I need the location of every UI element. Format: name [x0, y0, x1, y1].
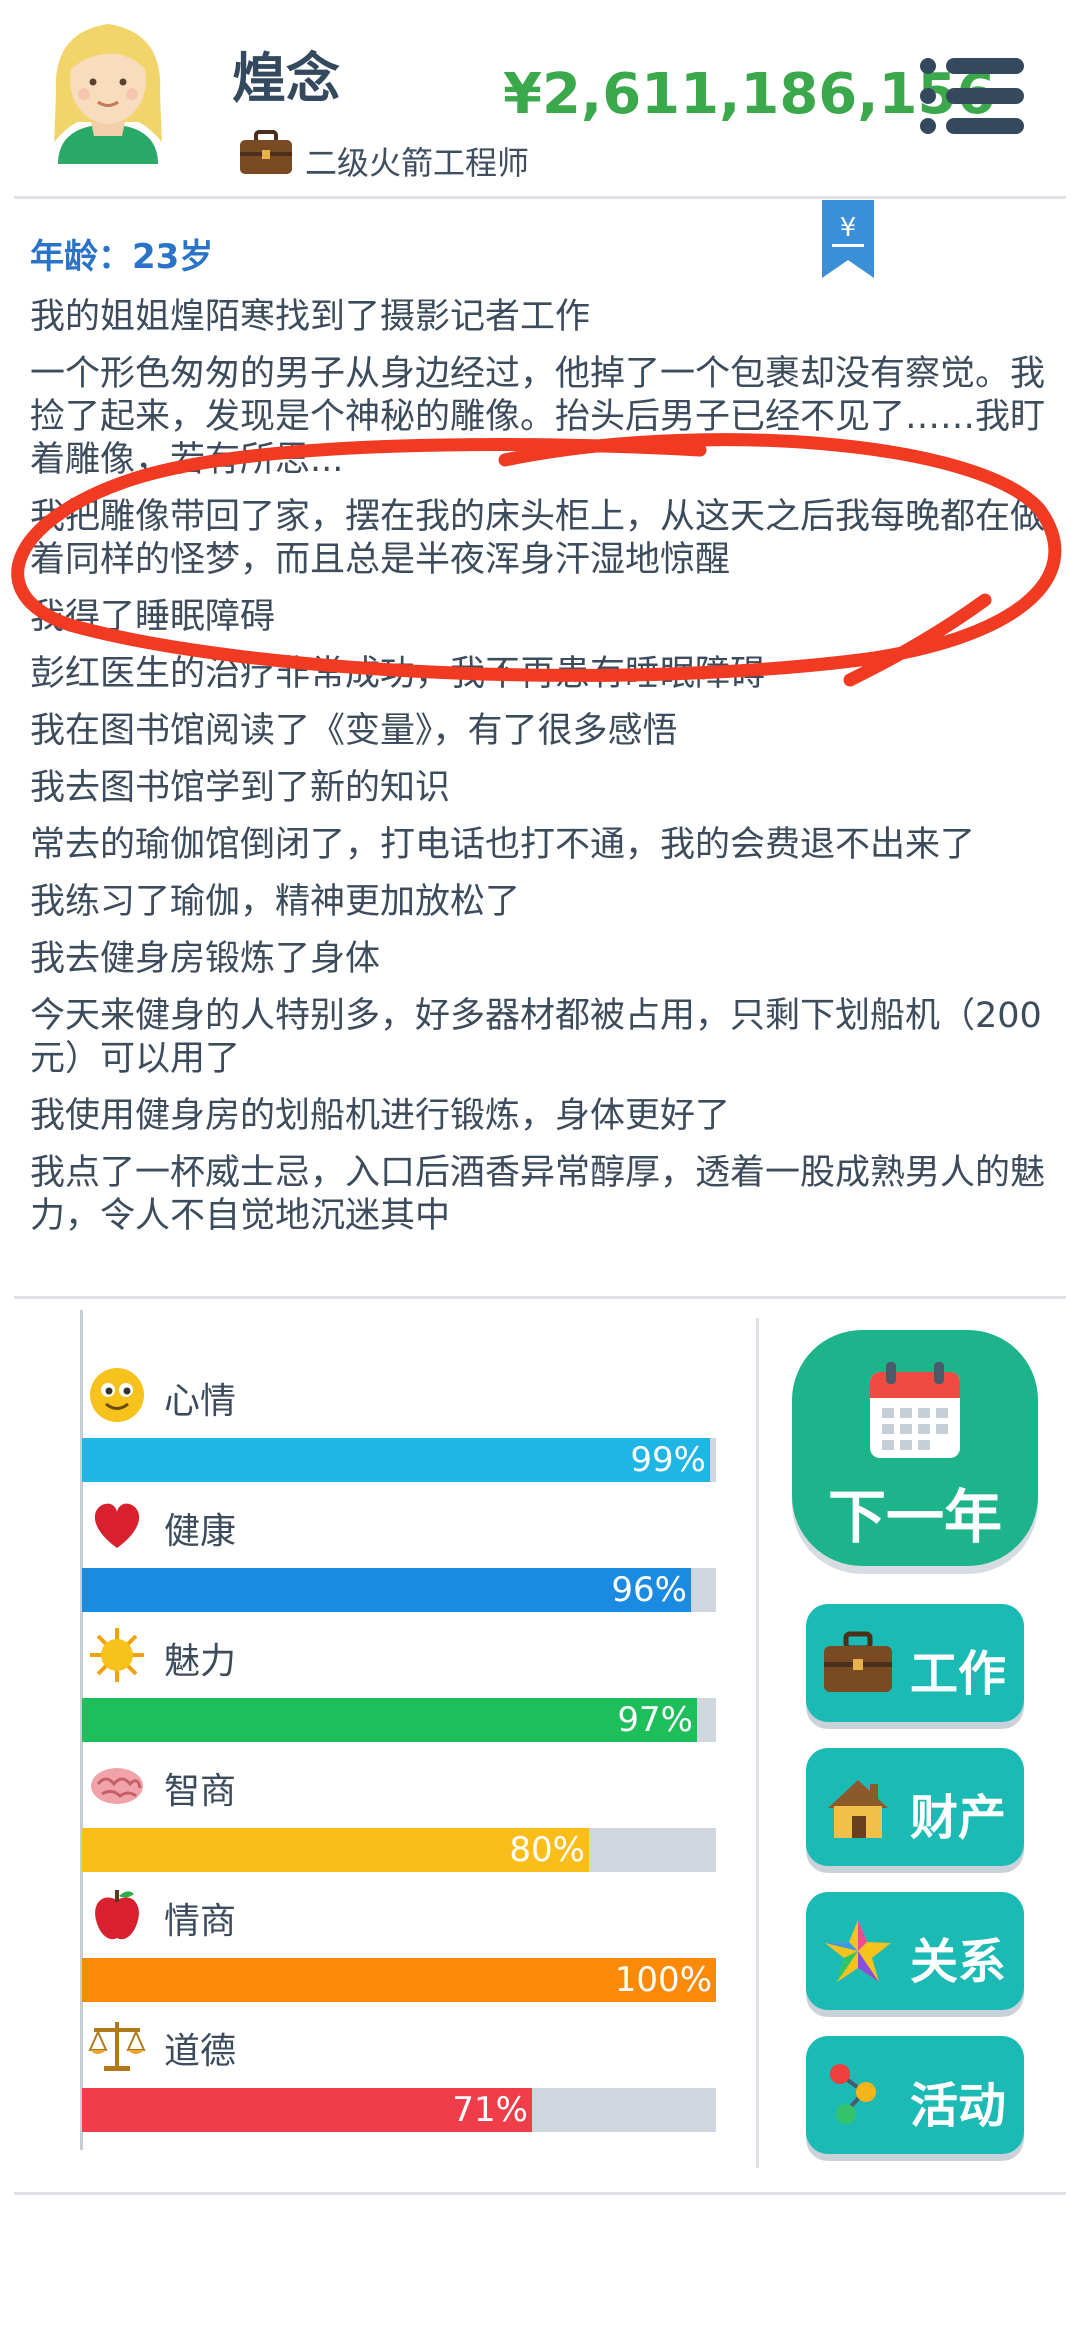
- stat-label: 魅力: [164, 1641, 237, 1682]
- log-entry: 我使用健身房的划船机进行锻炼，身体更好了: [30, 1096, 731, 1136]
- activities-button[interactable]: 活动: [806, 2036, 1024, 2154]
- player-name: 煌念: [232, 47, 340, 110]
- log-entry: 我得了睡眠障碍: [30, 597, 276, 637]
- log-entry: 我在图书馆阅读了《变量》，有了很多感悟: [30, 711, 678, 751]
- life-log: 年龄：23岁 我的姐姐煌陌寒找到了摄影记者工作 一个形色匆匆的男子从身边经过，他…: [30, 232, 1054, 1238]
- activities-label: 活动: [910, 2078, 1007, 2134]
- stat-value: 99%: [630, 1440, 706, 1480]
- header-divider: [14, 196, 1066, 199]
- log-entry: 我点了一杯威士忌，入口后酒香异常醇厚，透着一股成熟男人的魅力，令人不自觉地沉迷其…: [30, 1153, 1046, 1236]
- stat-label: 心情: [164, 1381, 237, 1422]
- stat-value: 100%: [614, 1960, 712, 2000]
- stat-label: 健康: [164, 1511, 237, 1552]
- stat-row: 智商 80%: [82, 1756, 716, 1886]
- stat-value: 80%: [509, 1830, 585, 1870]
- stat-bar-track: 71%: [82, 2088, 716, 2132]
- stat-label: 情商: [164, 1901, 237, 1942]
- bottom-divider: [14, 2192, 1066, 2195]
- stat-value: 97%: [617, 1700, 693, 1740]
- heart-icon: [94, 1503, 140, 1548]
- property-button[interactable]: 财产: [806, 1748, 1024, 1866]
- stat-label: 智商: [164, 1771, 237, 1812]
- stat-value: 71%: [452, 2090, 528, 2130]
- briefcase-icon: [240, 130, 292, 174]
- avatar[interactable]: [38, 14, 178, 174]
- stat-bar-fill: [82, 1438, 710, 1482]
- sun-icon: [90, 1628, 144, 1682]
- relations-label: 关系: [910, 1934, 1007, 1990]
- stat-bar-fill: [82, 1568, 691, 1612]
- log-entry: 今天来健身的人特别多，好多器材都被占用，只剩下划船机（200元）可以用了: [30, 996, 1042, 1079]
- stats-panel: 心情 99% 健康 96% 魅力 97% 智商 80% 情商 100% 道德 71%: [0, 1310, 760, 2160]
- stat-bar-fill: [82, 1698, 697, 1742]
- star-icon: [825, 1920, 891, 1982]
- stat-row: 健康 96%: [82, 1496, 716, 1626]
- stat-row: 情商 100%: [82, 1886, 716, 2016]
- log-entry: 我去健身房锻炼了身体: [30, 939, 381, 979]
- stat-row: 心情 99%: [82, 1366, 716, 1496]
- log-entry: 一个形色匆匆的男子从身边经过，他掉了一个包裹却没有察觉。我捡了起来，发现是个神秘…: [30, 354, 1046, 480]
- apple-icon: [95, 1890, 139, 1940]
- stat-bar-track: 100%: [82, 1958, 716, 2002]
- next-year-button[interactable]: 下一年: [792, 1330, 1038, 1566]
- stat-row: 魅力 97%: [82, 1626, 716, 1756]
- house-icon: [828, 1780, 888, 1838]
- calendar-icon: [870, 1362, 960, 1458]
- stat-row: 道德 71%: [82, 2016, 716, 2146]
- log-entry: 我练习了瑜伽，精神更加放松了: [30, 882, 521, 922]
- menu-icon[interactable]: [918, 56, 1028, 136]
- stat-bar-track: 97%: [82, 1698, 716, 1742]
- work-button[interactable]: 工作: [806, 1604, 1024, 1722]
- log-entry: 常去的瑜伽馆倒闭了，打电话也打不通，我的会费退不出来了: [30, 825, 976, 865]
- scales-icon: [88, 2022, 146, 2071]
- age-label: 年龄：23岁: [30, 237, 214, 277]
- work-label: 工作: [910, 1646, 1007, 1702]
- next-year-label: 下一年: [827, 1483, 1002, 1551]
- stat-bar-track: 96%: [82, 1568, 716, 1612]
- header: 煌念 二级火箭工程师 ¥2,611,186,156: [0, 0, 1080, 198]
- log-entry: 我的姐姐煌陌寒找到了摄影记者工作: [30, 297, 591, 337]
- stat-label: 道德: [164, 2031, 237, 2072]
- stat-bar-track: 99%: [82, 1438, 716, 1482]
- brain-icon: [91, 1768, 143, 1804]
- property-label: 财产: [910, 1790, 1007, 1846]
- briefcase-icon: [824, 1631, 892, 1692]
- relations-button[interactable]: 关系: [806, 1892, 1024, 2010]
- vertical-divider: [756, 1318, 759, 2168]
- stat-bar-track: 80%: [82, 1828, 716, 1872]
- log-divider: [14, 1296, 1066, 1299]
- stat-value: 96%: [611, 1570, 687, 1610]
- log-entry: 我把雕像带回了家，摆在我的床头柜上，从这天之后我每晚都在做着同样的怪梦，而且总是…: [30, 497, 1046, 580]
- activities-dots-icon: [830, 2064, 876, 2124]
- log-entry: 我去图书馆学到了新的知识: [30, 768, 451, 808]
- job-title: 二级火箭工程师: [305, 144, 530, 182]
- smiley-icon: [90, 1368, 144, 1422]
- log-entry: 彭红医生的治疗非常成功，我不再患有睡眠障碍: [30, 654, 766, 694]
